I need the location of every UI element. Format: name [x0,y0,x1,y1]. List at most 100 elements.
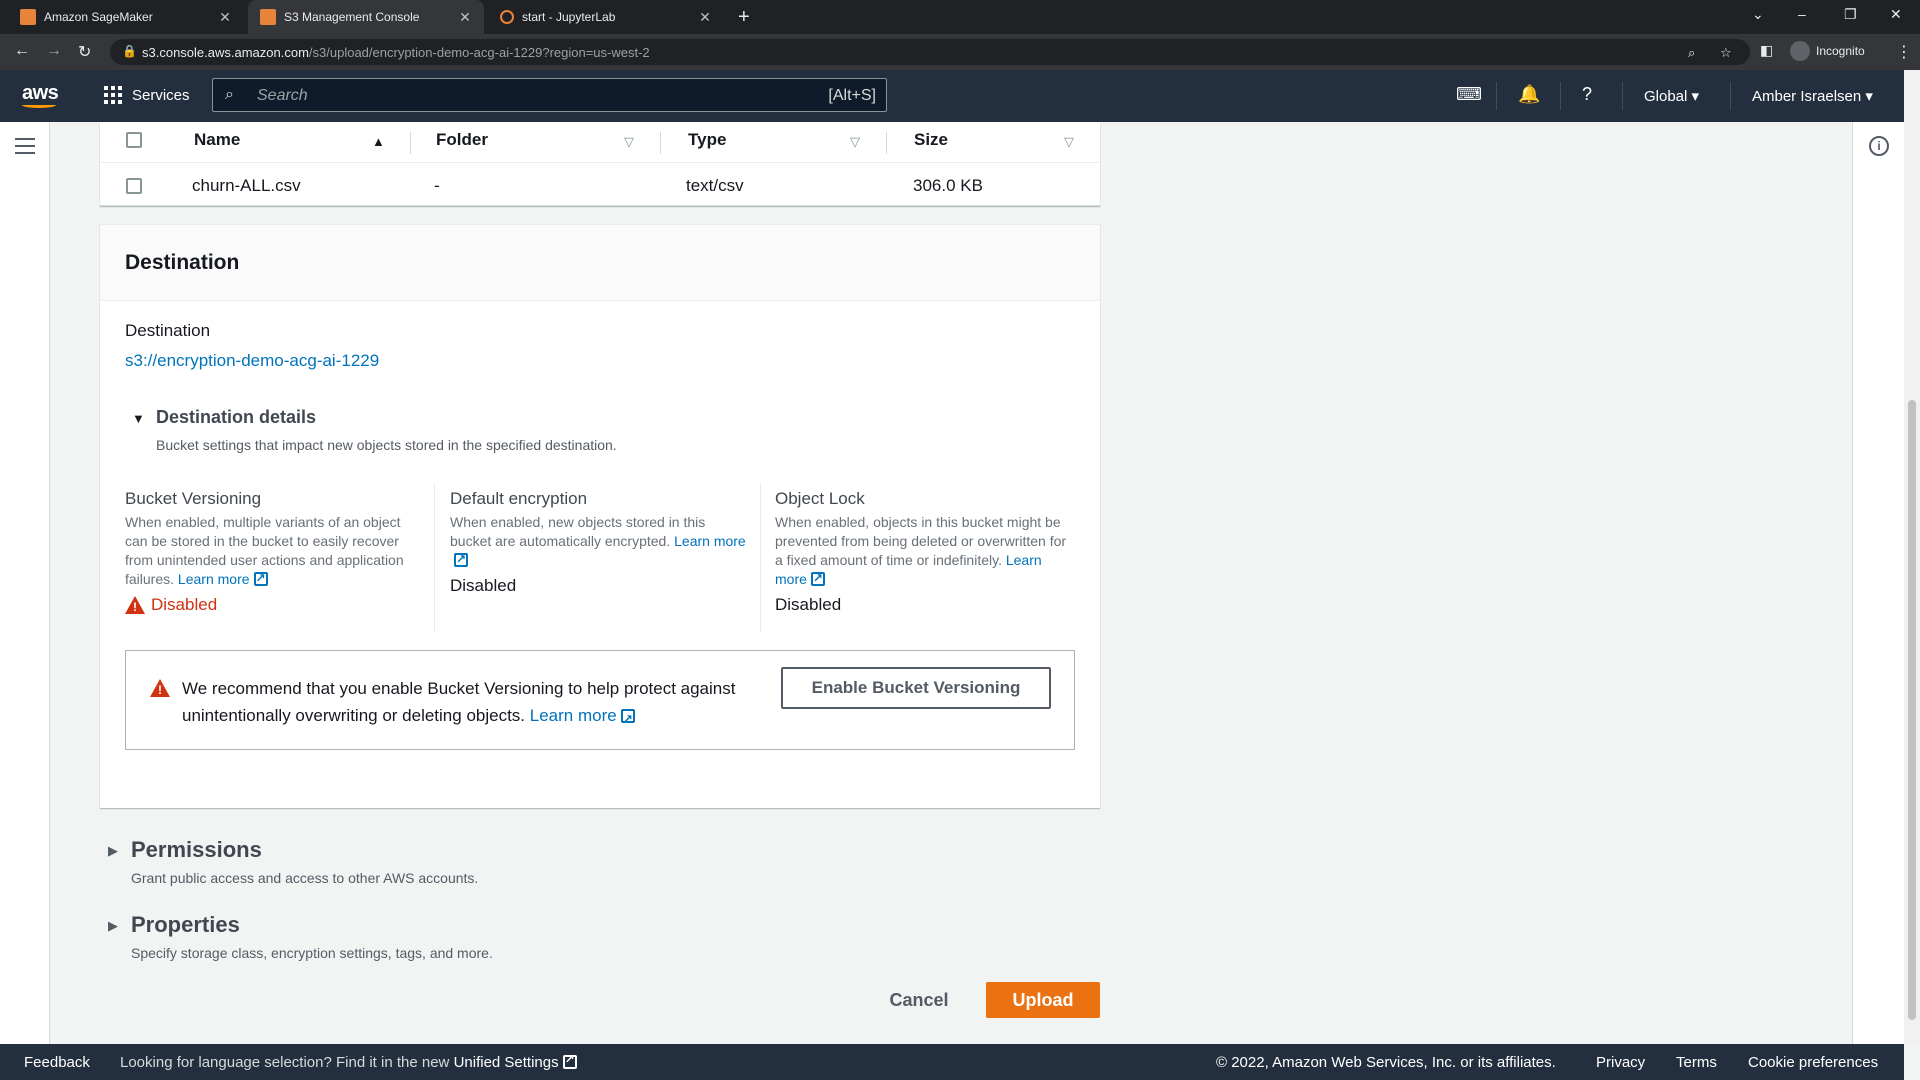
grid-icon [104,86,122,104]
url-field[interactable]: 🔒 s3.console.aws.amazon.com/s3/upload/en… [110,39,1750,65]
setting-title: Bucket Versioning [125,489,262,508]
object-lock-setting: Object Lock When enabled, objects in thi… [775,489,1075,615]
setting-description: When enabled, new objects stored in this… [450,513,750,570]
properties-section-toggle[interactable]: Properties [131,912,240,938]
console-footer: Feedback Looking for language selection?… [0,1044,1904,1080]
cookie-preferences-link[interactable]: Cookie preferences [1748,1054,1878,1071]
size-cell: 306.0 KB [913,176,983,195]
destination-label: Destination [125,321,211,340]
aws-logo[interactable]: aws [22,82,59,108]
chevron-down-icon[interactable]: ⌄ [1752,6,1764,23]
aws-logo-text: aws [22,82,59,104]
tab-title: S3 Management Console [284,10,420,24]
sort-ascending-icon[interactable]: ▲ [372,134,385,149]
caret-down-icon: ▾ [1865,88,1873,105]
caret-down-icon: ▾ [1691,88,1700,105]
destination-bucket-link[interactable]: s3://encryption-demo-acg-ai-1229 [125,351,379,371]
address-bar: ← → ↻ 🔒 s3.console.aws.amazon.com/s3/upl… [0,34,1920,70]
notifications-bell-icon[interactable]: 🔔 [1518,84,1540,105]
learn-more-link[interactable]: Learn more [178,569,268,588]
tab-amazon-sagemaker[interactable]: Amazon SageMaker ✕ [8,0,244,34]
tab-title: Amazon SageMaker [44,10,153,24]
properties-description: Specify storage class, encryption settin… [131,945,493,961]
help-icon[interactable]: ? [1582,84,1592,105]
incognito-indicator[interactable]: Incognito [1790,41,1865,61]
close-icon[interactable]: ✕ [456,9,474,26]
feedback-link[interactable]: Feedback [24,1054,90,1071]
lock-icon: 🔒 [122,44,137,58]
search-shortcut: [Alt+S] [828,87,876,104]
url-path: /s3/upload/encryption-demo-acg-ai-1229?r… [308,45,650,60]
incognito-icon [1790,41,1810,61]
restore-icon[interactable]: ❐ [1844,6,1857,23]
column-header-size[interactable]: Size [914,130,948,150]
scrollbar-thumb[interactable] [1908,400,1916,1020]
destination-details-description: Bucket settings that impact new objects … [156,437,617,453]
destination-details-toggle[interactable]: Destination details [156,407,316,428]
row-checkbox[interactable] [126,178,142,194]
hamburger-menu-icon[interactable] [15,138,35,159]
aws-top-nav: aws Services ⌕ Search [Alt+S] ⌨ 🔔 ? Glob… [0,70,1904,122]
page-scrollbar[interactable] [1904,70,1920,1044]
cancel-button[interactable]: Cancel [878,982,960,1018]
learn-more-link[interactable]: Learn more [530,706,635,733]
setting-value-text: Disabled [151,595,218,614]
url-host: s3.console.aws.amazon.com [142,45,309,60]
reload-icon[interactable]: ↻ [78,42,91,62]
learn-more-label: Learn more [674,533,746,549]
caret-down-icon[interactable]: ▼ [132,411,145,426]
setting-title: Object Lock [775,489,865,508]
terms-link[interactable]: Terms [1676,1054,1717,1071]
browser-tab-bar: Amazon SageMaker ✕ S3 Management Console… [0,0,1920,34]
setting-description: When enabled, multiple variants of an ob… [125,513,425,589]
row-divider [100,162,1100,163]
sort-icon[interactable]: ▽ [850,134,860,150]
warning-icon [125,596,145,614]
external-link-icon [562,1052,577,1069]
divider [1622,82,1623,110]
caret-right-icon[interactable]: ▶ [108,918,118,934]
warning-icon [150,679,170,702]
back-icon[interactable]: ← [14,42,30,60]
column-divider [660,132,661,154]
alert-message: We recommend that you enable Bucket Vers… [182,675,742,733]
enable-bucket-versioning-button[interactable]: Enable Bucket Versioning [781,667,1051,709]
setting-value: Disabled [775,595,842,614]
tab-jupyterlab[interactable]: start - JupyterLab ✕ [488,0,724,34]
close-icon[interactable]: ✕ [696,9,714,26]
region-selector[interactable]: Global ▾ [1644,87,1699,105]
language-notice-text: Looking for language selection? Find it … [120,1054,450,1071]
account-menu[interactable]: Amber Israelsen ▾ [1752,87,1873,105]
setting-value: Disabled [450,576,517,595]
destination-header: Destination [100,225,1100,301]
language-notice: Looking for language selection? Find it … [120,1052,577,1071]
search-input[interactable]: ⌕ Search [Alt+S] [212,78,887,112]
sort-icon[interactable]: ▽ [1064,134,1074,150]
new-tab-icon[interactable]: + [738,6,750,29]
permissions-section-toggle[interactable]: Permissions [131,837,262,863]
zoom-icon[interactable]: ⌕ [1688,45,1695,61]
tab-title: start - JupyterLab [522,10,616,24]
info-icon[interactable]: i [1869,136,1889,156]
sort-icon[interactable]: ▽ [624,134,634,150]
browser-menu-icon[interactable]: ⋮ [1896,42,1912,62]
column-header-folder[interactable]: Folder [436,130,488,150]
column-header-type[interactable]: Type [688,130,726,150]
close-icon[interactable]: ✕ [216,9,234,26]
select-all-checkbox[interactable] [126,132,142,148]
copyright: © 2022, Amazon Web Services, Inc. or its… [1216,1054,1556,1071]
tab-s3-management-console[interactable]: S3 Management Console ✕ [248,0,484,34]
external-link-icon [810,569,825,588]
minimize-icon[interactable]: – [1798,6,1806,22]
caret-right-icon[interactable]: ▶ [108,843,118,859]
window-close-icon[interactable]: ✕ [1890,6,1902,23]
unified-settings-link[interactable]: Unified Settings [454,1052,577,1071]
bookmark-star-icon[interactable]: ☆ [1720,45,1732,61]
privacy-link[interactable]: Privacy [1596,1054,1645,1071]
forward-icon[interactable]: → [46,42,62,60]
cloudshell-icon[interactable]: ⌨ [1456,84,1482,105]
column-header-name[interactable]: Name [194,130,240,150]
services-menu-button[interactable]: Services [104,86,190,104]
sidepanel-icon[interactable]: ◧ [1760,42,1773,59]
upload-button[interactable]: Upload [986,982,1100,1018]
